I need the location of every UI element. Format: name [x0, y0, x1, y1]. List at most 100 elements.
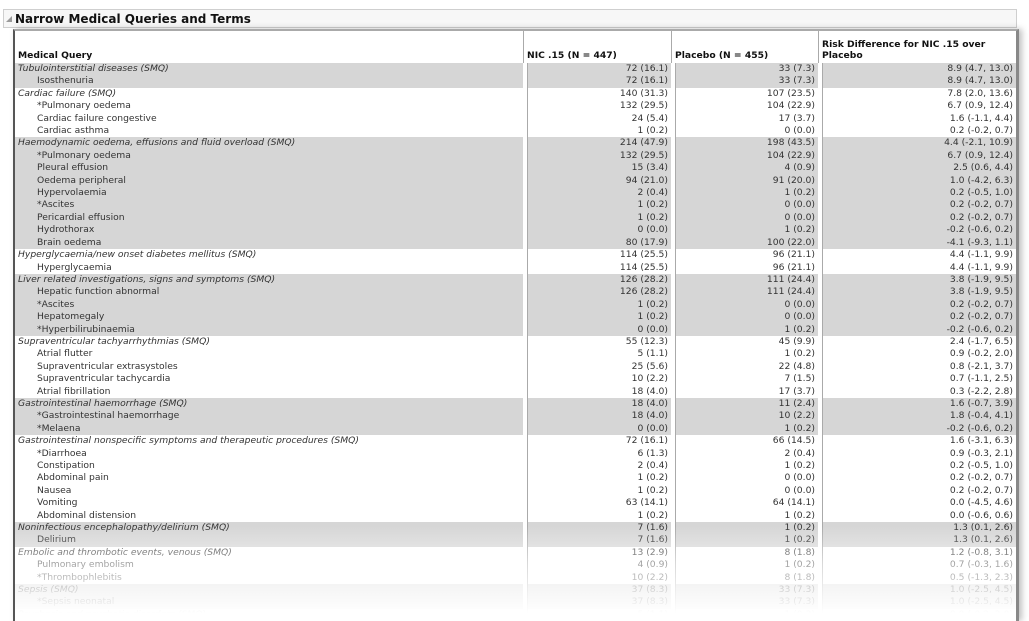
term-name: Atrial fibrillation [37, 385, 111, 397]
risk-difference-value: 1.6 (-0.7, 3.9) [818, 397, 1016, 411]
term-row[interactable]: Hypervolaemia 2 (0.4) 1 (0.2) 0.2 (-0.5, 1.… [15, 187, 1016, 200]
term-row[interactable]: Supraventricular extrasystoles 25 (5.6) 22… [15, 360, 1016, 374]
smq-group-row[interactable]: Hyperglycaemia/new onset diabetes mellit… [15, 249, 1016, 262]
term-row[interactable]: Pulmonary embolism 4 (0.9) 1 (0.2) 0.7 (-0.… [15, 559, 1016, 572]
risk-difference-value: 0.3 (-2.2, 2.8) [818, 385, 1016, 398]
term-row[interactable]: Vomiting 63 (14.1) 64 (14.1) 0.0 (-4.5, 4.6… [15, 497, 1016, 510]
term-name: *Thrombophlebitis [37, 571, 122, 583]
term-row[interactable]: Nausea 1 (0.2) 0 (0.0) 0.2 (-0.2, 0.7) [15, 484, 1016, 498]
risk-difference-value: 1.6 (-1.1, 4.4) [818, 112, 1016, 126]
term-row[interactable]: Hepatic function abnormal 126 (28.2) 111 (… [15, 286, 1016, 299]
nic-value: 24 (5.4) [523, 112, 671, 126]
risk-difference-value: 0.2 (-0.2, 0.7) [818, 125, 1016, 138]
disclosure-triangle-icon[interactable] [6, 15, 12, 22]
term-name: *Pulmonary oedema [15, 149, 523, 163]
placebo-value: 64 (14.1) [671, 497, 818, 510]
term-row[interactable]: Pericardial effusion 1 (0.2) 0 (0.0) 0.2 (-… [15, 211, 1016, 225]
smq-group-row[interactable]: Cardiac failure (SMQ) 140 (31.3) 107 (23.5… [15, 87, 1016, 101]
term-row[interactable]: *Gastrointestinal haemorrhage 18 (4.0) 10 … [15, 410, 1016, 423]
results-table-panel: Medical Query NIC .15 (N = 447) Placebo … [13, 29, 1019, 621]
placebo-value: 8 (1.8) [671, 571, 818, 585]
risk-difference-value: 1.3 (0.1, 2.6) [818, 534, 1016, 547]
placebo-value: 1 (0.2) [671, 522, 818, 535]
placebo-value: 22 (4.8) [671, 360, 818, 374]
term-row[interactable]: *Pulmonary oedema 132 (29.5) 104 (22.9) 6.7… [15, 100, 1016, 113]
nic-value: 1 (0.2) [523, 298, 671, 312]
nic-value: 1 (0.2) [523, 199, 671, 212]
term-row[interactable]: Atrial flutter 5 (1.1) 1 (0.2) 0.9 (-0.2, 2… [15, 348, 1016, 361]
smq-group-row[interactable]: Embolic and thrombotic events, venous (S… [15, 546, 1016, 560]
smq-name: Sepsis (SMQ) [15, 584, 523, 597]
smq-group-row[interactable]: Noninfectious encephalopathy/delirium (S… [15, 522, 1016, 535]
term-row[interactable]: Hyperglycaemia 114 (25.5) 96 (21.1) 4.4 (-1… [15, 261, 1016, 274]
term-row[interactable]: *Pulmonary oedema 132 (29.5) 104 (22.9) 6.7… [15, 149, 1016, 163]
placebo-value: 1 (0.2) [671, 559, 818, 572]
term-row[interactable]: Pleural effusion 15 (3.4) 4 (0.9) 2.5 (0.6,… [15, 162, 1016, 175]
term-name: Cardiac asthma [37, 125, 110, 137]
column-header-nic[interactable]: NIC .15 (N = 447) [523, 31, 671, 63]
smq-group-row[interactable]: Tubulointerstitial diseases (SMQ) 72 (16.… [15, 63, 1016, 76]
term-row[interactable]: Cardiac asthma 1 (0.2) 0 (0.0) 0.2 (-0.2, 0… [15, 125, 1016, 138]
term-row[interactable]: *Hyperbilirubinaemia 0 (0.0) 1 (0.2) -0.2 (… [15, 323, 1016, 336]
term-row[interactable]: Cardiac failure congestive 24 (5.4) 17 (3.… [15, 112, 1016, 126]
term-row[interactable]: *Melaena 0 (0.0) 1 (0.2) -0.2 (-0.6, 0.2) [15, 422, 1016, 436]
term-row[interactable]: Delirium 7 (1.6) 1 (0.2) 1.3 (0.1, 2.6) [15, 534, 1016, 547]
nic-value: 15 (3.4) [523, 162, 671, 175]
risk-difference-value: 6.7 (0.9, 12.4) [818, 149, 1016, 163]
risk-difference-value: 0.9 (-0.3, 2.1) [818, 447, 1016, 460]
risk-difference-value: 4.4 (-2.1, 10.9) [818, 137, 1016, 150]
placebo-value: 10 (2.2) [671, 410, 818, 423]
placebo-value: 96 (21.1) [671, 261, 818, 274]
smq-group-row[interactable]: Liver related investigations, signs and … [15, 273, 1016, 287]
term-name: Supraventricular extrasystoles [37, 360, 178, 372]
table-header-row: Medical Query NIC .15 (N = 447) Placebo … [15, 31, 1016, 63]
risk-difference-value: 3.8 (-1.9, 9.5) [818, 286, 1016, 299]
risk-difference-value: 1.0 (-4.2, 6.3) [818, 174, 1016, 188]
nic-value: 1 (0.2) [523, 211, 671, 225]
term-row[interactable]: Brain oedema 80 (17.9) 100 (22.0) -4.1 (-9.… [15, 236, 1016, 250]
term-row[interactable]: *Thrombophlebitis 10 (2.2) 8 (1.8) 0.5 (-1.… [15, 571, 1016, 585]
term-row[interactable]: Abdominal pain 1 (0.2) 0 (0.0) 0.2 (-0.2, 0… [15, 472, 1016, 485]
column-header-placebo[interactable]: Placebo (N = 455) [671, 31, 818, 63]
smq-group-row[interactable]: Psychosis and psychotic disorders (SMQ) 5… [15, 608, 1016, 621]
term-row[interactable]: Supraventricular tachycardia 10 (2.2) 7 (1… [15, 373, 1016, 386]
term-row[interactable]: Atrial fibrillation 18 (4.0) 17 (3.7) 0.3 (… [15, 385, 1016, 398]
term-row[interactable]: Constipation 2 (0.4) 1 (0.2) 0.2 (-0.5, 1.0… [15, 460, 1016, 473]
term-row[interactable]: Hepatomegaly 1 (0.2) 0 (0.0) 0.2 (-0.2, 0.7… [15, 311, 1016, 324]
term-row[interactable]: *Ascites 1 (0.2) 0 (0.0) 0.2 (-0.2, 0.7) [15, 199, 1016, 212]
term-row[interactable]: Isosthenuria 72 (16.1) 33 (7.3) 8.9 (4.7, 1… [15, 75, 1016, 88]
column-header-medical-query[interactable]: Medical Query [15, 31, 523, 63]
smq-group-row[interactable]: Haemodynamic oedema, effusions and fluid… [15, 137, 1016, 150]
term-name: Cardiac failure congestive [37, 112, 157, 124]
nic-value: 0 (0.0) [523, 323, 671, 336]
nic-value: 132 (29.5) [523, 149, 671, 163]
nic-value: 4 (0.9) [523, 559, 671, 572]
term-row[interactable]: *Sepsis neonatal 37 (8.3) 33 (7.3) 1.0 (-2.… [15, 596, 1016, 609]
term-row[interactable]: *Ascites 1 (0.2) 0 (0.0) 0.2 (-0.2, 0.7) [15, 298, 1016, 312]
smq-name: Psychosis and psychotic disorders (SMQ) [18, 608, 206, 620]
term-name: Hypervolaemia [15, 187, 523, 200]
nic-value: 114 (25.5) [523, 249, 671, 262]
smq-name: Hyperglycaemia/new onset diabetes mellit… [18, 249, 257, 261]
placebo-value: 91 (20.0) [671, 174, 818, 188]
nic-value: 0 (0.0) [523, 422, 671, 436]
risk-difference-value: -0.2 (-0.6, 0.2) [818, 422, 1016, 436]
report-title-bar[interactable]: Narrow Medical Queries and Terms [3, 9, 1017, 28]
term-row[interactable]: Hydrothorax 0 (0.0) 1 (0.2) -0.2 (-0.6, 0.2… [15, 224, 1016, 237]
smq-group-row[interactable]: Gastrointestinal nonspecific symptoms an… [15, 435, 1016, 448]
risk-difference-value: 0.0 (-4.5, 4.6) [818, 497, 1016, 510]
column-header-risk-difference[interactable]: Risk Difference for NIC .15 over Placebo [818, 31, 1016, 63]
smq-name: Tubulointerstitial diseases (SMQ) [15, 63, 523, 76]
risk-difference-value: 1.0 (-2.5, 4.5) [818, 584, 1016, 597]
term-row[interactable]: Abdominal distension 1 (0.2) 1 (0.2) 0.0 (-… [15, 509, 1016, 523]
placebo-value: 1 (0.2) [671, 509, 818, 523]
placebo-value: 0 (0.0) [671, 125, 818, 138]
smq-group-row[interactable]: Sepsis (SMQ) 37 (8.3) 33 (7.3) 1.0 (-2.5, 4… [15, 584, 1016, 597]
risk-difference-value: 6.7 (0.9, 12.4) [818, 100, 1016, 113]
risk-difference-value: 0.2 (-0.2, 0.7) [818, 472, 1016, 485]
term-row[interactable]: *Diarrhoea 6 (1.3) 2 (0.4) 0.9 (-0.3, 2.1) [15, 447, 1016, 460]
smq-group-row[interactable]: Gastrointestinal haemorrhage (SMQ) 18 (4.… [15, 397, 1016, 411]
smq-group-row[interactable]: Supraventricular tachyarrhythmias (SMQ) 5… [15, 335, 1016, 349]
placebo-value: 1 (0.2) [671, 187, 818, 200]
term-row[interactable]: Oedema peripheral 94 (21.0) 91 (20.0) 1.0 (… [15, 174, 1016, 188]
